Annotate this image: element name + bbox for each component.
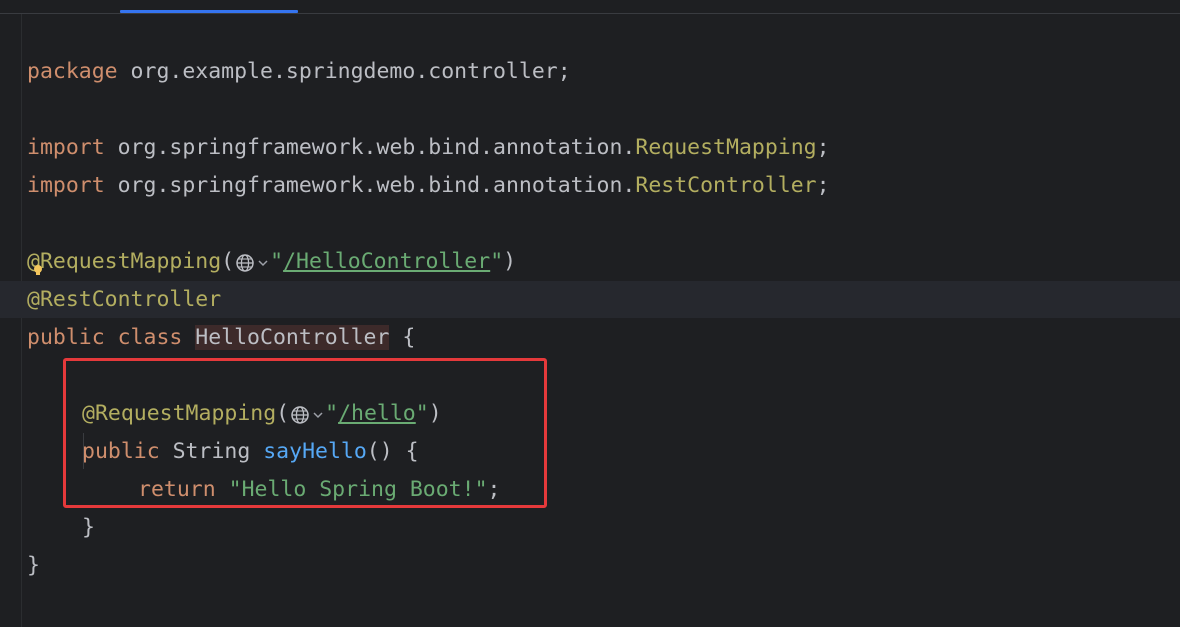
code-line-class-request-mapping[interactable]: @RequestMapping("/HelloController") — [27, 205, 516, 274]
url-link[interactable]: /HelloController — [283, 249, 490, 274]
import-path: org.springframework.web.bind.annotation. — [104, 173, 636, 198]
imported-class[interactable]: RestController — [635, 173, 816, 198]
class-name[interactable]: HelloController — [195, 325, 390, 350]
keyword: class — [104, 325, 196, 350]
active-tab-indicator[interactable] — [120, 10, 298, 13]
package-name: org.example.springdemo.controller; — [117, 59, 571, 84]
lightbulb-icon[interactable] — [33, 257, 43, 275]
keyword: import — [27, 173, 105, 198]
highlight-annotation-box — [63, 358, 547, 508]
brace-close: } — [82, 515, 95, 540]
keyword: package — [27, 59, 118, 84]
string-quote: " — [270, 249, 284, 274]
globe-icon[interactable] — [234, 249, 256, 272]
string-quote: " — [490, 249, 504, 274]
code-line-import-request-mapping[interactable]: import org.springframework.web.bind.anno… — [27, 91, 830, 160]
paren-open: ( — [221, 249, 235, 274]
code-line-import-rest-controller[interactable]: import org.springframework.web.bind.anno… — [27, 129, 830, 198]
editor-tab-bar — [0, 0, 1180, 14]
brace-close: } — [27, 553, 40, 578]
brace-open: { — [389, 325, 416, 350]
code-line-class-declaration[interactable]: public class HelloController { — [27, 281, 415, 350]
semicolon: ; — [816, 173, 830, 198]
keyword: public — [27, 325, 105, 350]
code-line-class-close[interactable]: } — [27, 509, 40, 578]
code-line-package[interactable]: package org.example.springdemo.controlle… — [27, 15, 571, 84]
paren-close: ) — [503, 249, 517, 274]
code-line-rest-controller[interactable]: @RestController — [27, 243, 221, 312]
chevron-down-icon[interactable] — [256, 249, 270, 271]
